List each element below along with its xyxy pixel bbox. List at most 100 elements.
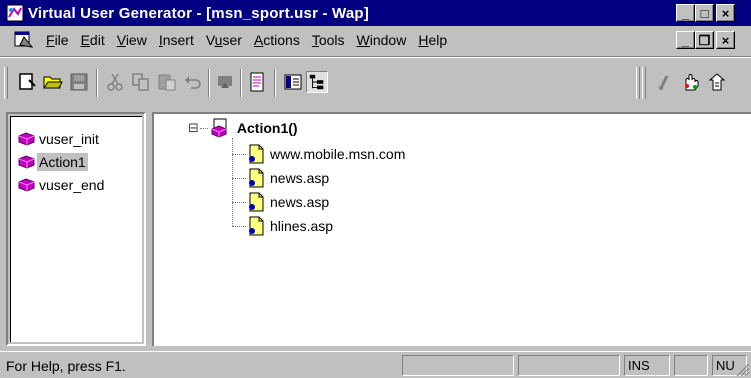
web-page-icon <box>249 144 264 164</box>
breakpoint-button[interactable] <box>680 71 702 93</box>
toolbar-grip[interactable] <box>636 67 640 99</box>
run-button[interactable] <box>214 71 236 93</box>
undo-button[interactable] <box>182 71 204 93</box>
minimize-icon: _ <box>681 32 690 48</box>
toolbar-separator <box>240 69 242 97</box>
action-label: vuser_init <box>39 130 99 147</box>
action-item-action1[interactable]: Action1 <box>11 150 142 173</box>
menu-tools[interactable]: Tools <box>306 32 351 48</box>
collapse-icon[interactable]: ⊟ <box>188 121 199 136</box>
close-icon: × <box>721 32 730 48</box>
tree-connector <box>232 225 246 227</box>
doc-restore-button[interactable]: ❐ <box>695 31 714 49</box>
status-ins: INS <box>624 355 670 376</box>
record-icon <box>659 75 669 90</box>
menu-actions[interactable]: Actions <box>248 32 306 48</box>
action-label: Action1 <box>37 152 88 171</box>
tree-connector <box>232 201 246 203</box>
app-icon <box>6 4 24 22</box>
menu-edit[interactable]: Edit <box>75 32 111 48</box>
web-page-icon <box>249 192 264 212</box>
tree-connector <box>199 127 208 129</box>
maximize-icon: □ <box>700 5 709 21</box>
window-title: Virtual User Generator - [msn_sport.usr … <box>28 4 369 22</box>
doc-close-button[interactable]: × <box>716 31 735 49</box>
action-node-icon <box>211 118 227 138</box>
new-script-icon <box>19 73 36 90</box>
restore-icon: ❐ <box>698 32 711 48</box>
save-icon <box>70 73 88 91</box>
title-bar[interactable]: Virtual User Generator - [msn_sport.usr … <box>0 0 751 26</box>
cut-button[interactable] <box>104 71 126 93</box>
tree-root-node[interactable]: ⊟ Action1() <box>188 118 298 138</box>
menu-vuser[interactable]: Vuser <box>200 32 248 48</box>
web-page-icon <box>249 216 264 236</box>
close-icon: × <box>721 5 730 21</box>
close-button[interactable]: × <box>716 4 735 22</box>
tree-step-node[interactable]: hlines.asp <box>232 216 333 236</box>
new-button[interactable] <box>16 71 38 93</box>
status-panel <box>518 355 620 376</box>
action-cube-icon <box>18 154 35 169</box>
toolbar-grip[interactable] <box>4 67 8 99</box>
actions-pane: vuser_init Action1 vuser_end <box>6 112 146 346</box>
step-button[interactable] <box>706 71 728 93</box>
menu-bar: File Edit View Insert Vuser Actions Tool… <box>0 26 751 54</box>
toolbar-separator <box>274 69 276 97</box>
tree-step-label: news.asp <box>270 194 330 210</box>
doc-minimize-button[interactable]: _ <box>676 31 695 49</box>
tree-step-node[interactable]: news.asp <box>232 168 329 188</box>
tree-view: ⊟ Action1() www.mobile.msn.com news.asp … <box>152 112 751 346</box>
action-cube-icon <box>18 131 35 146</box>
open-button[interactable] <box>42 71 64 93</box>
cut-icon <box>107 73 123 91</box>
tree-view-icon <box>309 74 324 90</box>
record-button[interactable] <box>652 71 674 93</box>
run-icon <box>218 76 232 88</box>
open-folder-icon <box>43 76 63 89</box>
undo-icon <box>185 76 201 89</box>
menu-help[interactable]: Help <box>412 32 453 48</box>
step-icon <box>708 73 726 91</box>
paste-icon <box>158 74 176 91</box>
save-button[interactable] <box>68 71 90 93</box>
script-view-icon <box>250 72 264 92</box>
toolbar-grip[interactable] <box>642 67 646 99</box>
tree-step-label: www.mobile.msn.com <box>270 146 406 162</box>
minimize-button[interactable]: _ <box>676 4 695 22</box>
tree-root-label: Action1() <box>236 120 298 136</box>
action-item-vuser-init[interactable]: vuser_init <box>11 127 142 150</box>
minimize-icon: _ <box>681 5 690 21</box>
toolbar-separator <box>96 69 98 97</box>
split-view-button[interactable] <box>282 71 304 93</box>
action-cube-icon <box>18 177 35 192</box>
menu-insert[interactable]: Insert <box>153 32 200 48</box>
menu-window[interactable]: Window <box>351 32 413 48</box>
hand-icon <box>685 74 699 91</box>
menu-view[interactable]: View <box>111 32 153 48</box>
status-panel <box>402 355 514 376</box>
tree-step-node[interactable]: news.asp <box>232 192 329 212</box>
tree-step-node[interactable]: www.mobile.msn.com <box>232 144 405 164</box>
tree-step-label: news.asp <box>270 170 330 186</box>
tree-view-button[interactable] <box>306 71 328 93</box>
paste-button[interactable] <box>156 71 178 93</box>
action-label: vuser_end <box>39 176 105 193</box>
document-icon[interactable] <box>14 31 34 49</box>
split-view-icon <box>284 74 302 90</box>
script-view-button[interactable] <box>246 71 268 93</box>
copy-button[interactable] <box>130 71 152 93</box>
maximize-button[interactable]: □ <box>695 4 714 22</box>
status-help-text: For Help, press F1. <box>6 358 126 374</box>
status-bar: For Help, press F1. INS NU <box>0 351 751 378</box>
toolbar <box>0 56 751 106</box>
tree-connector <box>232 177 246 179</box>
action-item-vuser-end[interactable]: vuser_end <box>11 173 142 196</box>
resize-grip-icon[interactable] <box>736 363 750 377</box>
actions-list: vuser_init Action1 vuser_end <box>10 116 142 342</box>
status-panel <box>674 355 708 376</box>
toolbar-separator <box>208 69 210 97</box>
menu-file[interactable]: File <box>40 32 75 48</box>
tree-step-label: hlines.asp <box>270 218 334 234</box>
copy-icon <box>132 73 149 91</box>
